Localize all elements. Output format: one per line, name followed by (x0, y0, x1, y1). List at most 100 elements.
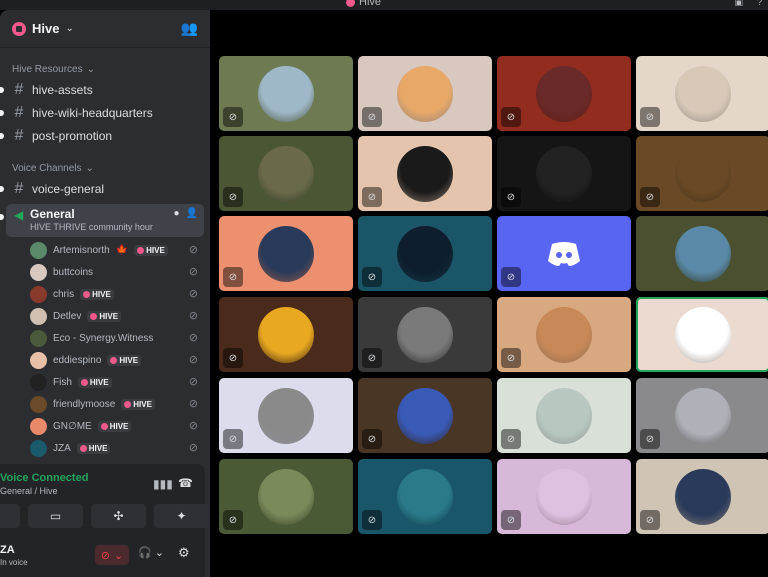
participant-tile[interactable]: ⊘ (497, 297, 631, 372)
window-title: Hive (346, 0, 381, 8)
member-name: Eco - Synergy.Witness (53, 332, 154, 344)
category-hive-resources[interactable]: Hive Resources ⌄ (0, 60, 210, 78)
noise-suppression-icon[interactable]: ▮▮▮ (153, 477, 173, 491)
add-member-icon[interactable]: 👥 (181, 20, 198, 37)
voice-member[interactable]: friendlymoose HIVE ⊘ (30, 393, 210, 415)
badge-label: HIVE (92, 289, 111, 299)
avatar (30, 395, 47, 413)
channel-voice-general[interactable]: # voice-general (0, 177, 210, 200)
channel-label: post-promotion (32, 128, 113, 143)
activities-button[interactable]: ✣ (91, 504, 146, 528)
badge-label: HIVE (99, 311, 119, 321)
category-voice-channels[interactable]: Voice Channels ⌄ (0, 159, 210, 177)
participant-tile[interactable]: ⊘ (358, 136, 492, 211)
chat-icon[interactable]: ● (174, 208, 180, 219)
participant-tile[interactable]: ⊘ (358, 297, 492, 372)
participant-tile[interactable]: ⊘ (497, 136, 631, 211)
mic-muted-icon: ⊘ (188, 288, 198, 300)
user-name[interactable]: ZA (0, 544, 15, 556)
hive-badge: HIVE (121, 398, 155, 410)
participant-tile[interactable]: ⊘ (358, 378, 492, 453)
hive-logo-icon (124, 400, 132, 408)
participant-tile[interactable]: ⊘ (219, 136, 353, 211)
mic-muted-icon: ⊘ (188, 244, 198, 256)
participant-tile[interactable]: ⊘ (358, 459, 492, 534)
participant-tile[interactable]: ⊘ (636, 56, 768, 131)
participant-tile[interactable]: ⊘ (636, 378, 768, 453)
mic-muted-icon: ⊘ (362, 348, 382, 368)
participant-tile[interactable]: ⊘ (497, 216, 631, 291)
disconnect-icon[interactable]: ☎ (178, 476, 193, 490)
category-label: Hive Resources (12, 63, 83, 75)
unread-indicator (0, 87, 4, 93)
category-label: Voice Channels (12, 162, 82, 174)
voice-member[interactable]: Eco - Synergy.Witness ⊘ (30, 327, 210, 349)
mute-button[interactable]: ⊘ ⌄ (95, 545, 129, 565)
inbox-icon[interactable]: ▣ (734, 0, 743, 8)
voice-member[interactable]: Fish HIVE ⊘ (30, 371, 210, 393)
soundboard-icon: ✦ (176, 509, 187, 523)
participant-avatar (675, 306, 731, 363)
participant-tile[interactable]: ⊘ (636, 136, 768, 211)
voice-connected-title[interactable]: Voice Connected (0, 472, 88, 484)
server-icon (12, 21, 26, 36)
server-header[interactable]: Hive ⌄ 👥 (0, 10, 210, 48)
participant-avatar (536, 145, 592, 202)
member-name: friendlymoose (53, 398, 116, 410)
mic-muted-icon: ⊘ (362, 187, 382, 207)
chevron-down-icon: ⌄ (65, 23, 74, 34)
voice-member[interactable]: Detlev HIVE ⊘ (30, 305, 210, 327)
discord-logo-icon (536, 225, 592, 282)
channel-hive-assets[interactable]: # hive-assets (0, 78, 210, 101)
mic-muted-icon: ⊘ (501, 429, 521, 449)
participant-tile[interactable]: ⊘ (219, 297, 353, 372)
badge-label: HIVE (88, 443, 108, 453)
hive-badge: HIVE (97, 420, 132, 432)
voice-member[interactable]: chris HIVE ⊘ (30, 283, 210, 305)
badge-label: HIVE (146, 245, 165, 255)
channel-hive-wiki-headquarters[interactable]: # hive-wiki-headquarters (0, 101, 210, 124)
participant-tile[interactable]: ⊘ (636, 459, 768, 534)
voice-member[interactable]: eddiespino HIVE ⊘ (30, 349, 210, 371)
server-name: Hive (32, 21, 60, 36)
participant-tile[interactable]: ⊘ (497, 378, 631, 453)
help-icon[interactable]: ? (757, 0, 762, 8)
headphones-icon[interactable]: 🎧 ⌄ (138, 546, 164, 559)
hive-badge: HIVE (80, 288, 114, 300)
screen-share-button[interactable]: ▭ (28, 504, 83, 528)
participant-tile[interactable]: ⊘ (219, 216, 353, 291)
invite-icon[interactable]: 👤 (186, 208, 198, 219)
participant-tile[interactable]: ⊘ (497, 459, 631, 534)
soundboard-button[interactable]: ✦ (154, 504, 209, 528)
maple-leaf-icon: 🍁 (115, 244, 129, 256)
member-name: Artemisnorth (53, 244, 110, 256)
voice-member[interactable]: GN∅ME HIVE ⊘ (30, 415, 210, 437)
voice-connected-subtitle[interactable]: General / Hive (0, 486, 58, 496)
mic-muted-icon: ⊘ (188, 376, 198, 388)
participant-tile[interactable]: ⊘ (219, 56, 353, 131)
voice-channel-general[interactable]: ◀ General HIVE THRIVE community hour ● 👤 (0, 204, 204, 237)
participant-tile[interactable]: ⊘ (219, 459, 353, 534)
mic-muted-icon: ⊘ (362, 267, 382, 287)
voice-member[interactable]: Artemisnorth 🍁 HIVE ⊘ (30, 239, 210, 261)
participant-tile[interactable]: ⊘ (219, 378, 353, 453)
voice-member[interactable]: buttcoins ⊘ (30, 261, 210, 283)
participant-tile[interactable] (636, 216, 768, 291)
mic-muted-icon: ⊘ (188, 442, 198, 454)
participant-tile[interactable]: ⊘ (497, 56, 631, 131)
participant-tile[interactable] (636, 297, 768, 372)
mic-muted-icon: ⊘ (223, 267, 243, 287)
camera-button[interactable] (0, 504, 20, 528)
channel-post-promotion[interactable]: # post-promotion (0, 124, 210, 147)
hive-logo-icon (83, 290, 91, 298)
participant-tile[interactable]: ⊘ (358, 216, 492, 291)
participant-tile[interactable]: ⊘ (358, 56, 492, 131)
voice-member[interactable]: JZA HIVE ⊘ (30, 437, 210, 459)
participant-avatar (397, 225, 453, 282)
badge-label: HIVE (119, 355, 139, 365)
avatar (30, 263, 47, 281)
active-indicator (0, 214, 4, 220)
hive-badge: HIVE (77, 376, 112, 388)
gear-icon[interactable]: ⚙ (178, 545, 190, 561)
badge-label: HIVE (109, 421, 129, 431)
